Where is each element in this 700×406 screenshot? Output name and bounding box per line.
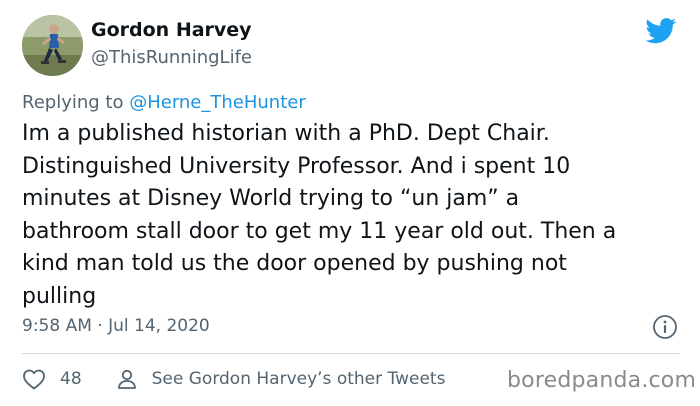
tweet-text: Im a published historian with a PhD. Dep… bbox=[22, 118, 690, 313]
twitter-bird-icon[interactable] bbox=[645, 18, 677, 44]
author-avatar[interactable] bbox=[22, 15, 83, 76]
tweet-text-line: Distinguished University Professor. And … bbox=[22, 153, 571, 179]
tweet-text-line: kind man told us the door opened by push… bbox=[22, 251, 567, 276]
see-other-tweets-link[interactable]: See Gordon Harvey’s other Tweets bbox=[152, 369, 446, 389]
author-handle[interactable]: @ThisRunningLife bbox=[91, 47, 252, 68]
info-icon[interactable] bbox=[652, 314, 678, 340]
tweet-text-line: pulling bbox=[22, 283, 97, 309]
replying-to-prefix: Replying to bbox=[22, 92, 130, 113]
replying-to: Replying to @Herne_TheHunter bbox=[22, 92, 306, 113]
like-count[interactable]: 48 bbox=[60, 369, 82, 389]
boredpanda-watermark: boredpanda.com bbox=[507, 368, 697, 393]
heart-icon[interactable] bbox=[22, 368, 46, 390]
tweet-actions: 48 See Gordon Harvey’s other Tweets bbox=[22, 366, 445, 392]
divider bbox=[22, 353, 680, 354]
person-icon[interactable] bbox=[116, 368, 138, 390]
tweet-timestamp[interactable]: 9:58 AM · Jul 14, 2020 bbox=[22, 316, 210, 336]
author-name[interactable]: Gordon Harvey bbox=[91, 19, 252, 41]
tweet-text-line: bathroom stall door to get my 11 year ol… bbox=[22, 218, 617, 244]
runner-avatar-icon bbox=[22, 15, 83, 76]
tweet-card: Gordon Harvey @ThisRunningLife Replying … bbox=[0, 0, 700, 406]
tweet-text-line: minutes at Disney World trying to “un ja… bbox=[22, 186, 520, 211]
tweet-text-line: Im a published historian with a PhD. Dep… bbox=[22, 121, 550, 146]
reply-mention-link[interactable]: @Herne_TheHunter bbox=[129, 92, 306, 113]
